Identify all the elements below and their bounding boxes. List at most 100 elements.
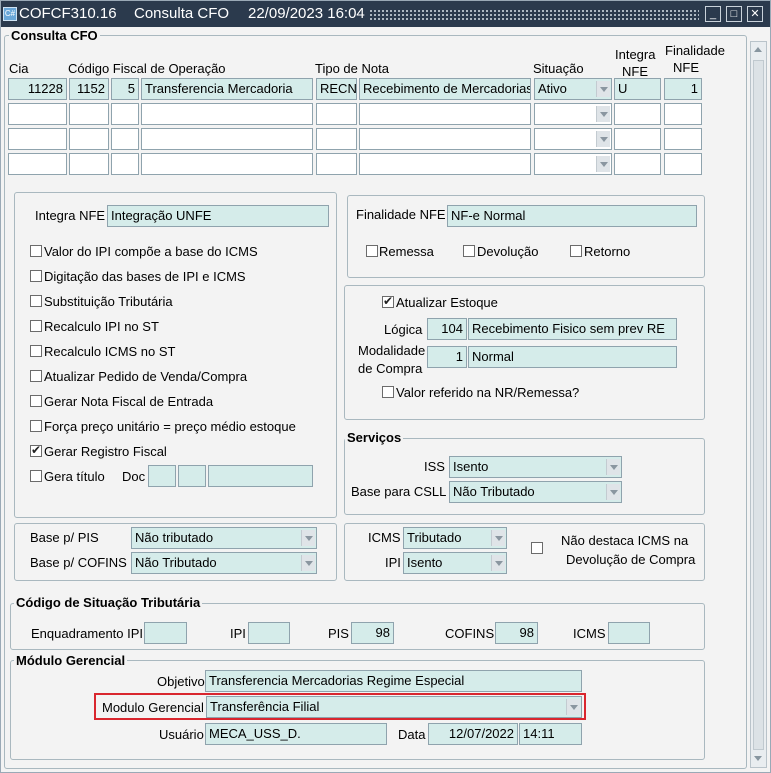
row1-tipo-desc[interactable]: Recebimento de Mercadorias <box>359 78 531 100</box>
base-pis-select[interactable]: Não tributado <box>131 527 317 549</box>
row1-tipo[interactable]: RECN <box>316 78 357 100</box>
base-cofins-select[interactable]: Não Tributado <box>131 552 317 574</box>
chevron-down-icon[interactable] <box>301 555 315 571</box>
chevron-down-icon[interactable] <box>606 484 620 500</box>
title-drag-area[interactable] <box>369 9 699 20</box>
cst-cofins-field[interactable]: 98 <box>495 622 538 644</box>
scroll-down-icon[interactable] <box>752 752 765 766</box>
cb-atualizar-pedido[interactable] <box>30 370 42 382</box>
empty-cell[interactable] <box>8 128 67 150</box>
modalidade-code[interactable]: 1 <box>427 346 467 368</box>
maximize-icon[interactable]: □ <box>726 6 742 22</box>
empty-cell[interactable] <box>664 128 702 150</box>
empty-cell[interactable] <box>141 103 313 125</box>
chevron-down-icon[interactable] <box>301 530 315 546</box>
row1-seq[interactable]: 5 <box>111 78 139 100</box>
doc-field-1[interactable] <box>148 465 176 487</box>
empty-cell[interactable] <box>664 103 702 125</box>
chevron-down-icon[interactable] <box>606 459 620 475</box>
empty-cell[interactable] <box>359 153 531 175</box>
chevron-down-icon[interactable] <box>491 555 505 571</box>
chevron-down-icon[interactable] <box>596 131 610 147</box>
icms-select[interactable]: Tributado <box>403 527 507 549</box>
scroll-up-icon[interactable] <box>752 43 765 57</box>
row1-codigo[interactable]: 1152 <box>69 78 109 100</box>
row1-situacao-select[interactable]: Ativo <box>534 78 612 100</box>
empty-cell[interactable] <box>359 128 531 150</box>
row1-finalidade[interactable]: 1 <box>664 78 702 100</box>
cb-gera-titulo[interactable] <box>30 470 42 482</box>
logica-desc[interactable]: Recebimento Fisico sem prev RE <box>468 318 677 340</box>
empty-cell[interactable] <box>8 103 67 125</box>
chevron-down-icon[interactable] <box>596 156 610 172</box>
row1-cia[interactable]: 11228 <box>8 78 67 100</box>
empty-cell[interactable] <box>141 153 313 175</box>
empty-select[interactable] <box>534 153 612 175</box>
vertical-scrollbar[interactable] <box>750 41 767 768</box>
hora-field[interactable]: 14:11 <box>519 723 582 745</box>
empty-cell[interactable] <box>141 128 313 150</box>
cb-remessa[interactable] <box>366 245 378 257</box>
cb-recalculo-ipi[interactable] <box>30 320 42 332</box>
close-icon[interactable]: ✕ <box>747 6 763 22</box>
cst-icms-field[interactable] <box>608 622 650 644</box>
objetivo-field[interactable]: Transferencia Mercadorias Regime Especia… <box>205 670 582 692</box>
empty-cell[interactable] <box>664 153 702 175</box>
cst-pis-field[interactable]: 98 <box>351 622 394 644</box>
empty-cell[interactable] <box>316 153 357 175</box>
cb-retorno[interactable] <box>570 245 582 257</box>
cb-atualizar-estoque[interactable] <box>382 294 394 308</box>
empty-cell[interactable] <box>614 103 661 125</box>
empty-cell[interactable] <box>614 128 661 150</box>
cst-ipi-field[interactable] <box>248 622 290 644</box>
scroll-thumb[interactable] <box>753 60 764 750</box>
usuario-label: Usuário <box>159 727 204 742</box>
cb-nao-destaca-icms[interactable] <box>531 542 543 554</box>
empty-cell[interactable] <box>69 153 109 175</box>
csll-select[interactable]: Não Tributado <box>449 481 622 503</box>
empty-cell[interactable] <box>69 128 109 150</box>
empty-cell[interactable] <box>316 128 357 150</box>
logica-code[interactable]: 104 <box>427 318 467 340</box>
doc-field-2[interactable] <box>178 465 206 487</box>
empty-cell[interactable] <box>614 153 661 175</box>
base-pis-value: Não tributado <box>135 530 214 545</box>
chevron-down-icon[interactable] <box>596 106 610 122</box>
chevron-down-icon[interactable] <box>491 530 505 546</box>
chevron-down-icon[interactable] <box>566 699 580 715</box>
row1-integra[interactable]: U <box>614 78 661 100</box>
chevron-down-icon[interactable] <box>596 81 610 97</box>
empty-cell[interactable] <box>111 153 139 175</box>
empty-cell[interactable] <box>69 103 109 125</box>
cb-digitacao-bases[interactable] <box>30 270 42 282</box>
empty-cell[interactable] <box>111 128 139 150</box>
empty-cell[interactable] <box>316 103 357 125</box>
enquadramento-ipi-field[interactable] <box>144 622 187 644</box>
usuario-field[interactable]: MECA_USS_D. <box>205 723 387 745</box>
cb-substituicao[interactable] <box>30 295 42 307</box>
cb-recalculo-icms[interactable] <box>30 345 42 357</box>
doc-field-3[interactable] <box>208 465 313 487</box>
row1-descricao[interactable]: Transferencia Mercadoria <box>141 78 313 100</box>
minimize-icon[interactable]: _ <box>705 6 721 22</box>
empty-select[interactable] <box>534 128 612 150</box>
empty-cell[interactable] <box>359 103 531 125</box>
empty-select[interactable] <box>534 103 612 125</box>
ipi-select[interactable]: Isento <box>403 552 507 574</box>
cb-forca-preco[interactable] <box>30 420 42 432</box>
cb-valor-referido[interactable] <box>382 386 394 398</box>
data-field[interactable]: 12/07/2022 <box>428 723 518 745</box>
modulo-gerencial-select[interactable]: Transferência Filial <box>206 696 582 718</box>
modalidade-desc[interactable]: Normal <box>468 346 677 368</box>
cb-gerar-nf-entrada[interactable] <box>30 395 42 407</box>
empty-cell[interactable] <box>8 153 67 175</box>
cb-gerar-registro-fiscal[interactable] <box>30 443 42 457</box>
empty-cell[interactable] <box>111 103 139 125</box>
finalidade-nfe-field[interactable]: NF-e Normal <box>447 205 697 227</box>
cb-devolucao[interactable] <box>463 245 475 257</box>
cb-ipi-base-icms[interactable] <box>30 245 42 257</box>
integra-nfe-field[interactable]: Integração UNFE <box>107 205 329 227</box>
iss-select[interactable]: Isento <box>449 456 622 478</box>
cst-pis-label: PIS <box>328 626 349 641</box>
iss-label: ISS <box>424 459 445 474</box>
